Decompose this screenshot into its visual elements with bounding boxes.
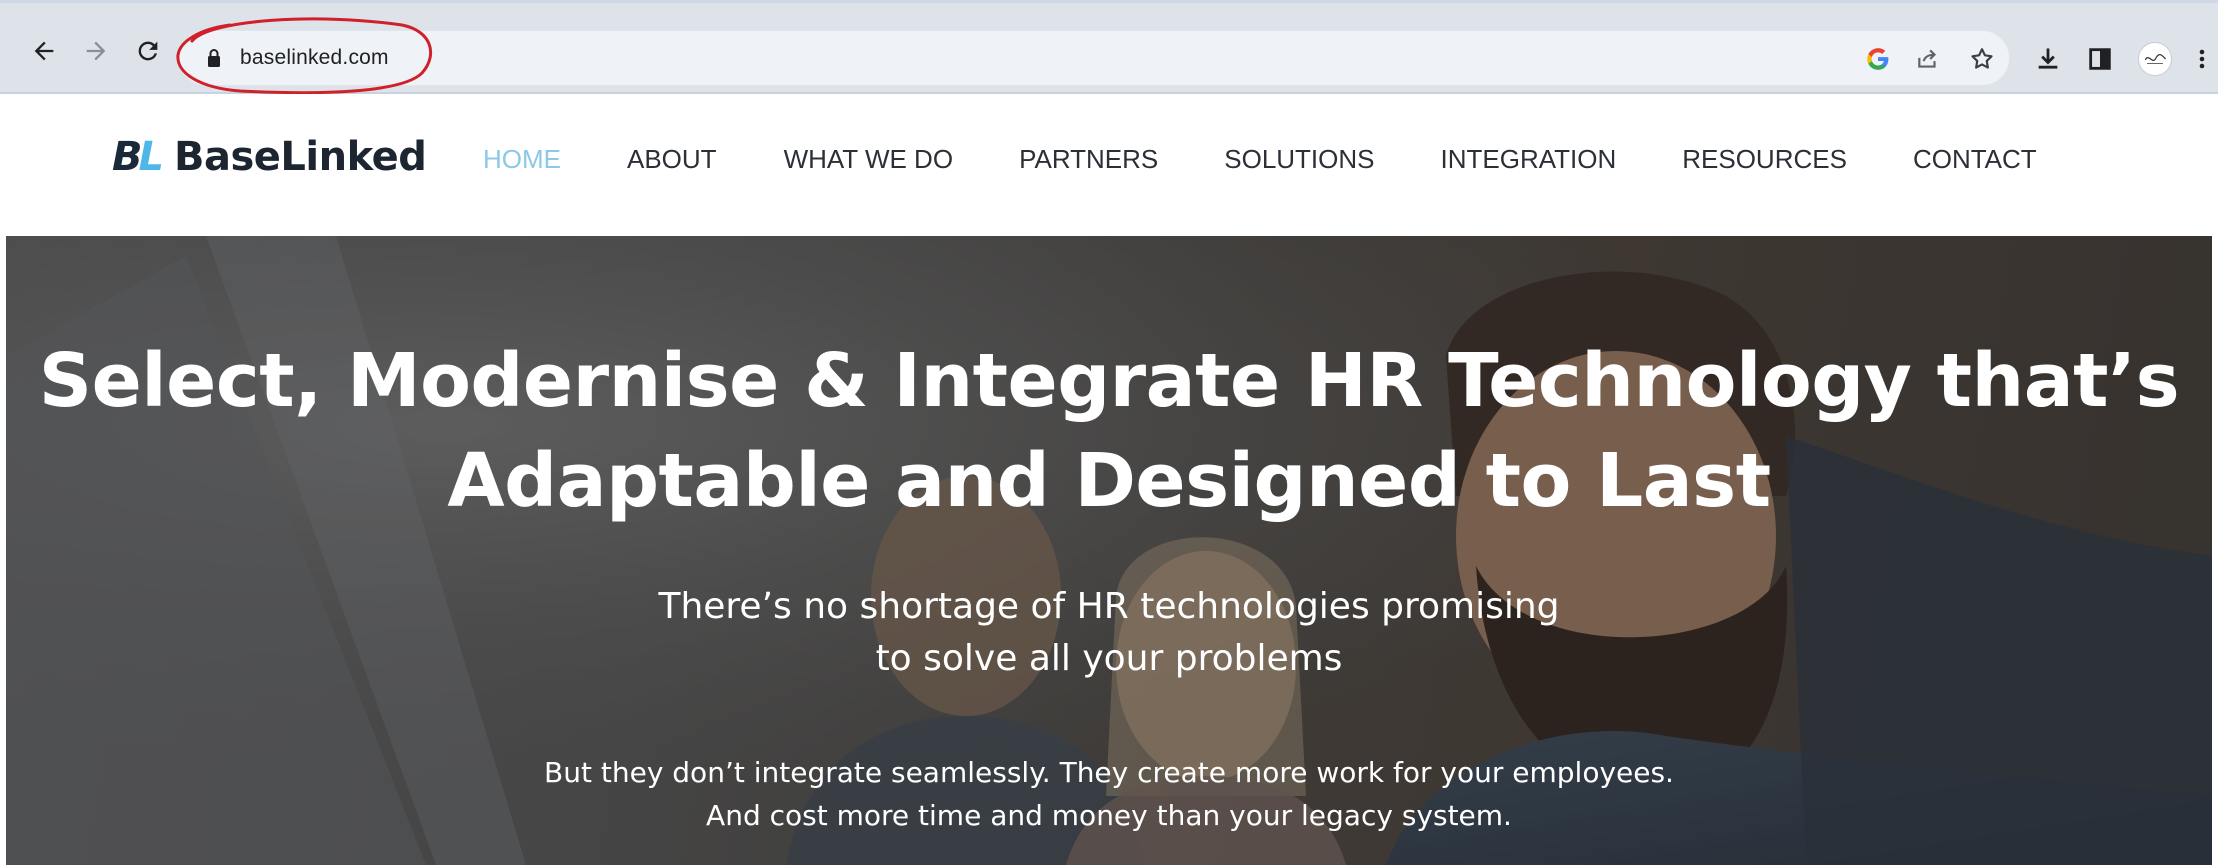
- google-lens-button[interactable]: [1864, 45, 1892, 73]
- logo-mark: BL: [112, 134, 164, 180]
- hero-title: Select, Modernise & Integrate HR Technol…: [38, 338, 2180, 524]
- url-text[interactable]: baselinked.com: [240, 46, 389, 70]
- address-bar[interactable]: [178, 30, 2010, 86]
- back-button[interactable]: [26, 33, 62, 69]
- nav-home[interactable]: HOME: [483, 144, 561, 175]
- hero-section: Select, Modernise & Integrate HR Technol…: [6, 236, 2212, 865]
- nav-resources[interactable]: RESOURCES: [1682, 144, 1847, 175]
- forward-button[interactable]: [78, 33, 114, 69]
- hero-subtitle: There’s no shortage of HR technologies p…: [658, 586, 1560, 679]
- side-panel-icon: [2089, 48, 2111, 70]
- browser-toolbar: baselinked.com: [0, 0, 2218, 95]
- reload-icon: [138, 41, 158, 61]
- nav-about[interactable]: ABOUT: [627, 144, 717, 175]
- nav-what-we-do[interactable]: WHAT WE DO: [784, 144, 953, 175]
- share-icon: [1918, 49, 1937, 68]
- nav-integration[interactable]: INTEGRATION: [1441, 144, 1617, 175]
- google-g-icon: [1867, 48, 1889, 70]
- kebab-menu-icon: [2199, 49, 2205, 69]
- downloads-button[interactable]: [2032, 43, 2064, 75]
- side-panel-button[interactable]: [2084, 43, 2116, 75]
- arrow-right-icon: [86, 41, 106, 61]
- profile-avatar[interactable]: [2138, 42, 2172, 76]
- hero-body-text: But they don’t integrate seamlessly. The…: [544, 756, 1674, 832]
- bookmark-button[interactable]: [1968, 45, 1996, 73]
- logo-text: BaseLinked: [174, 134, 427, 180]
- browser-menu-button[interactable]: [2190, 43, 2214, 75]
- nav-solutions[interactable]: SOLUTIONS: [1224, 144, 1374, 175]
- reload-button[interactable]: [130, 33, 166, 69]
- share-button[interactable]: [1914, 45, 1942, 73]
- main-navigation: HOME ABOUT WHAT WE DO PARTNERS SOLUTIONS…: [483, 144, 2037, 175]
- nav-contact[interactable]: CONTACT: [1913, 144, 2037, 175]
- download-icon: [2038, 48, 2058, 69]
- arrow-left-icon: [34, 41, 54, 61]
- nav-partners[interactable]: PARTNERS: [1019, 144, 1158, 175]
- lock-icon: [208, 49, 220, 67]
- site-header: BL BaseLinked HOME ABOUT WHAT WE DO PART…: [0, 94, 2218, 236]
- baselinked-logo[interactable]: BL BaseLinked: [112, 132, 427, 182]
- profile-signature-icon: [2144, 53, 2167, 64]
- star-icon: [1971, 48, 1993, 69]
